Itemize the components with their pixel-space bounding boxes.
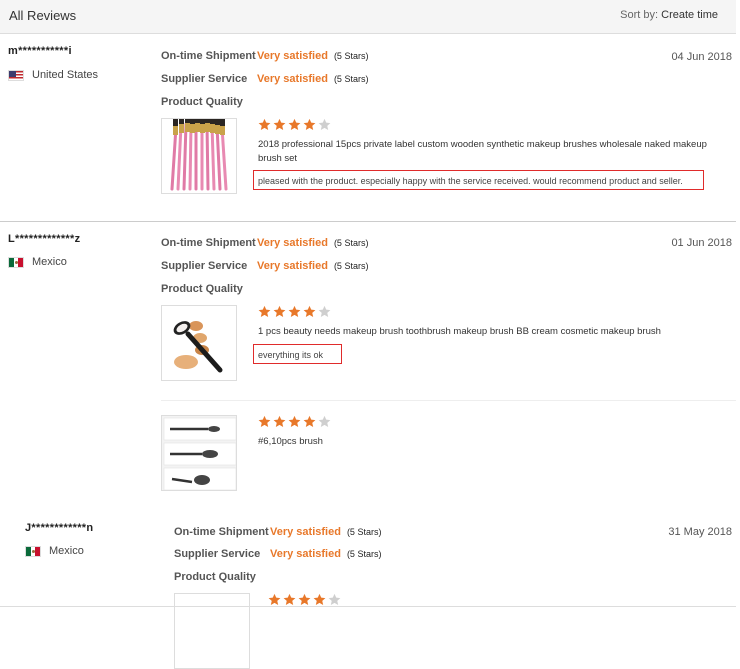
star-filled-icon xyxy=(298,593,311,606)
review-date: 31 May 2018 xyxy=(668,526,732,538)
quality-label: Product Quality xyxy=(161,96,243,108)
mexico-flag-icon xyxy=(25,545,41,557)
product-thumbnail[interactable] xyxy=(161,118,237,194)
mexico-flag-icon xyxy=(8,256,24,268)
star-empty-icon xyxy=(318,415,331,428)
star-filled-icon xyxy=(313,593,326,606)
reviewer-country: Mexico xyxy=(8,256,67,268)
shipment-stars: (5 Stars) xyxy=(346,527,382,537)
page-title: All Reviews xyxy=(9,8,77,23)
sort-label: Sort by: xyxy=(620,9,659,21)
star-filled-icon xyxy=(273,415,286,428)
sort-control[interactable]: Sort by: Create time xyxy=(620,9,718,21)
shipment-value: Very satisfied xyxy=(257,237,328,249)
sort-value[interactable]: Create time xyxy=(661,9,718,21)
service-value: Very satisfied xyxy=(270,548,341,560)
product-rating-stars xyxy=(258,415,331,428)
star-filled-icon xyxy=(258,118,271,131)
service-rating: Supplier Service Very satisfied (5 Stars… xyxy=(174,548,381,560)
service-value: Very satisfied xyxy=(257,73,328,85)
star-filled-icon xyxy=(303,415,316,428)
bottom-divider xyxy=(0,606,736,607)
service-stars: (5 Stars) xyxy=(333,74,369,84)
shipment-rating: On-time Shipment Very satisfied (5 Stars… xyxy=(161,237,368,249)
review-divider xyxy=(0,221,736,222)
star-filled-icon xyxy=(273,305,286,318)
star-filled-icon xyxy=(273,118,286,131)
star-filled-icon xyxy=(288,415,301,428)
shipment-label: On-time Shipment xyxy=(161,50,256,62)
service-stars: (5 Stars) xyxy=(333,261,369,271)
reviewer-name: m***********i xyxy=(8,45,72,57)
product-title[interactable]: 1 pcs beauty needs makeup brush toothbru… xyxy=(258,325,728,339)
country-name: Mexico xyxy=(49,545,84,557)
star-filled-icon xyxy=(303,305,316,318)
reviewer-country: Mexico xyxy=(25,545,84,557)
star-empty-icon xyxy=(318,118,331,131)
star-empty-icon xyxy=(328,593,341,606)
quality-rating: Product Quality xyxy=(174,571,270,583)
reviews-header: All Reviews Sort by: Create time xyxy=(0,0,736,34)
product-rating-stars xyxy=(258,118,331,131)
product-rating-stars xyxy=(258,305,331,318)
product-title[interactable]: 2018 professional 15pcs private label cu… xyxy=(258,138,728,166)
review-date: 01 Jun 2018 xyxy=(671,237,732,249)
product-rating-stars xyxy=(268,593,341,606)
reviewer-name: L*************z xyxy=(8,233,81,245)
product-thumbnail[interactable] xyxy=(174,593,250,669)
quality-rating: Product Quality xyxy=(161,96,257,108)
star-filled-icon xyxy=(283,593,296,606)
service-rating: Supplier Service Very satisfied (5 Stars… xyxy=(161,73,368,85)
us-flag-icon xyxy=(8,69,24,81)
shipment-label: On-time Shipment xyxy=(174,526,269,538)
service-stars: (5 Stars) xyxy=(346,549,382,559)
service-rating: Supplier Service Very satisfied (5 Stars… xyxy=(161,260,368,272)
quality-rating: Product Quality xyxy=(161,283,257,295)
star-filled-icon xyxy=(303,118,316,131)
shipment-value: Very satisfied xyxy=(257,50,328,62)
shipment-rating: On-time Shipment Very satisfied (5 Stars… xyxy=(161,50,368,62)
star-filled-icon xyxy=(288,118,301,131)
quality-label: Product Quality xyxy=(161,283,243,295)
review-date: 04 Jun 2018 xyxy=(671,51,732,63)
shipment-value: Very satisfied xyxy=(270,526,341,538)
reviewer-country: United States xyxy=(8,69,98,81)
service-label: Supplier Service xyxy=(161,260,248,272)
service-label: Supplier Service xyxy=(161,73,248,85)
star-filled-icon xyxy=(258,305,271,318)
country-name: Mexico xyxy=(32,256,67,268)
shipment-rating: On-time Shipment Very satisfied (5 Stars… xyxy=(174,526,381,538)
shipment-label: On-time Shipment xyxy=(161,237,256,249)
star-empty-icon xyxy=(318,305,331,318)
service-value: Very satisfied xyxy=(257,260,328,272)
service-label: Supplier Service xyxy=(174,548,261,560)
shipment-stars: (5 Stars) xyxy=(333,238,369,248)
product-thumbnail[interactable] xyxy=(161,305,237,381)
star-filled-icon xyxy=(258,415,271,428)
reviewer-name: J************n xyxy=(25,522,94,534)
item-divider xyxy=(161,400,736,401)
country-name: United States xyxy=(32,69,99,81)
shipment-stars: (5 Stars) xyxy=(333,51,369,61)
product-title[interactable]: #6,10pcs brush xyxy=(258,435,728,449)
star-filled-icon xyxy=(288,305,301,318)
product-thumbnail[interactable] xyxy=(161,415,237,491)
review-comment: everything its ok xyxy=(253,344,342,364)
review-comment: pleased with the product. especially hap… xyxy=(253,170,704,190)
quality-label: Product Quality xyxy=(174,571,256,583)
star-filled-icon xyxy=(268,593,281,606)
